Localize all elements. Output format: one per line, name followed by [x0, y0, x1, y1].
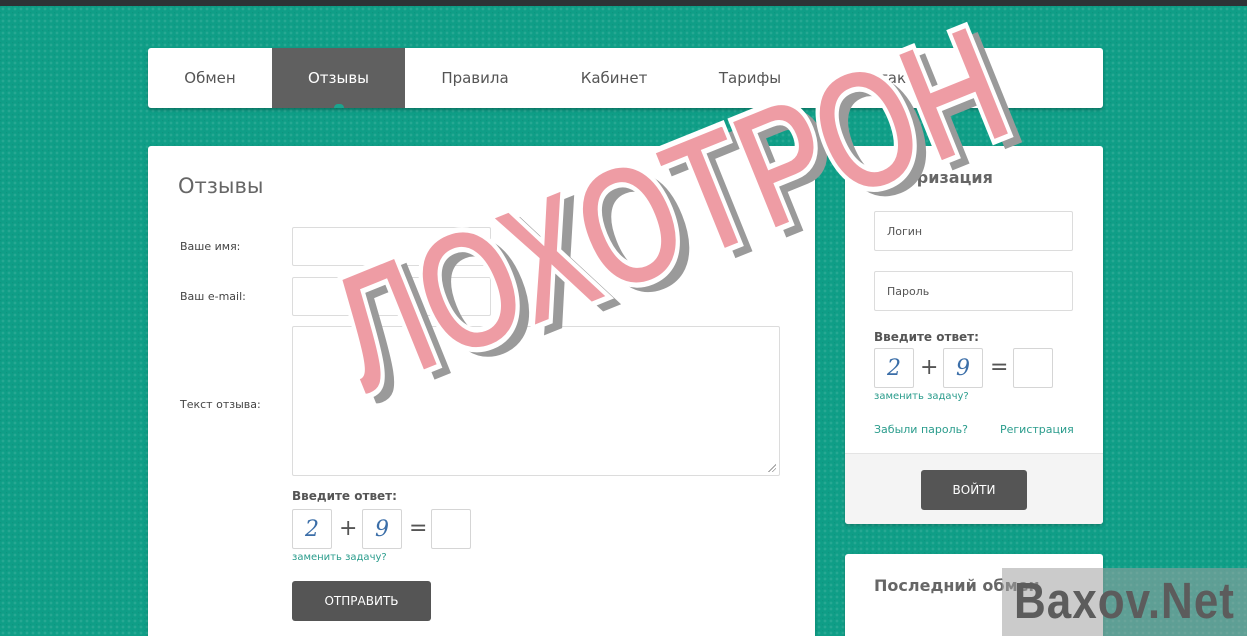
submit-review-button[interactable]: ОТПРАВИТЬ — [292, 581, 431, 621]
review-textarea[interactable] — [292, 326, 780, 476]
nav-item-contacts[interactable]: Контакты — [817, 48, 959, 108]
nav-item-reviews[interactable]: Отзывы — [272, 48, 405, 108]
captcha-plus: + — [339, 516, 358, 541]
auth-captcha-number-b: 9 — [943, 348, 983, 388]
resize-handle-icon[interactable] — [768, 464, 776, 472]
page-title: Отзывы — [178, 174, 264, 198]
email-label: Ваш e-mail: — [180, 290, 246, 303]
reviews-panel: Отзывы Ваше имя: Ваш e-mail: Текст отзыв… — [148, 146, 815, 636]
captcha-number-b: 9 — [362, 509, 402, 549]
auth-captcha-plus: + — [920, 355, 939, 380]
login-input[interactable]: Логин — [874, 211, 1073, 251]
top-bar — [0, 0, 1247, 6]
password-input[interactable]: Пароль — [874, 271, 1073, 311]
auth-panel: Авторизация Логин Пароль Введите ответ: … — [845, 146, 1103, 524]
auth-title: Авторизация — [874, 168, 993, 187]
register-link[interactable]: Регистрация — [1000, 423, 1074, 436]
review-text-label: Текст отзыва: — [180, 398, 261, 411]
nav-item-exchange[interactable]: Обмен — [148, 48, 272, 108]
watermark: Baxov.Net — [1002, 568, 1247, 636]
login-button[interactable]: ВОЙТИ — [921, 470, 1027, 510]
email-input[interactable] — [292, 277, 491, 316]
main-nav: Обмен Отзывы Правила Кабинет Тарифы Конт… — [148, 48, 1103, 108]
auth-change-task-link[interactable]: заменить задачу? — [874, 391, 969, 402]
name-input[interactable] — [292, 227, 491, 266]
captcha-number-a: 2 — [292, 509, 332, 549]
forgot-password-link[interactable]: Забыли пароль? — [874, 423, 968, 436]
auth-captcha-label: Введите ответ: — [874, 330, 979, 344]
change-task-link[interactable]: заменить задачу? — [292, 552, 387, 563]
captcha-label: Введите ответ: — [292, 489, 397, 503]
watermark-text: Baxov.Net — [1014, 573, 1235, 630]
auth-captcha-answer-input[interactable] — [1013, 348, 1053, 388]
auth-footer: ВОЙТИ — [845, 453, 1103, 524]
name-label: Ваше имя: — [180, 240, 241, 253]
auth-captcha-number-a: 2 — [874, 348, 914, 388]
nav-item-cabinet[interactable]: Кабинет — [545, 48, 683, 108]
captcha-equals: = — [409, 516, 428, 541]
nav-item-rules[interactable]: Правила — [405, 48, 545, 108]
captcha-answer-input[interactable] — [431, 509, 471, 549]
nav-item-tariffs[interactable]: Тарифы — [683, 48, 817, 108]
auth-captcha-equals: = — [990, 355, 1009, 380]
